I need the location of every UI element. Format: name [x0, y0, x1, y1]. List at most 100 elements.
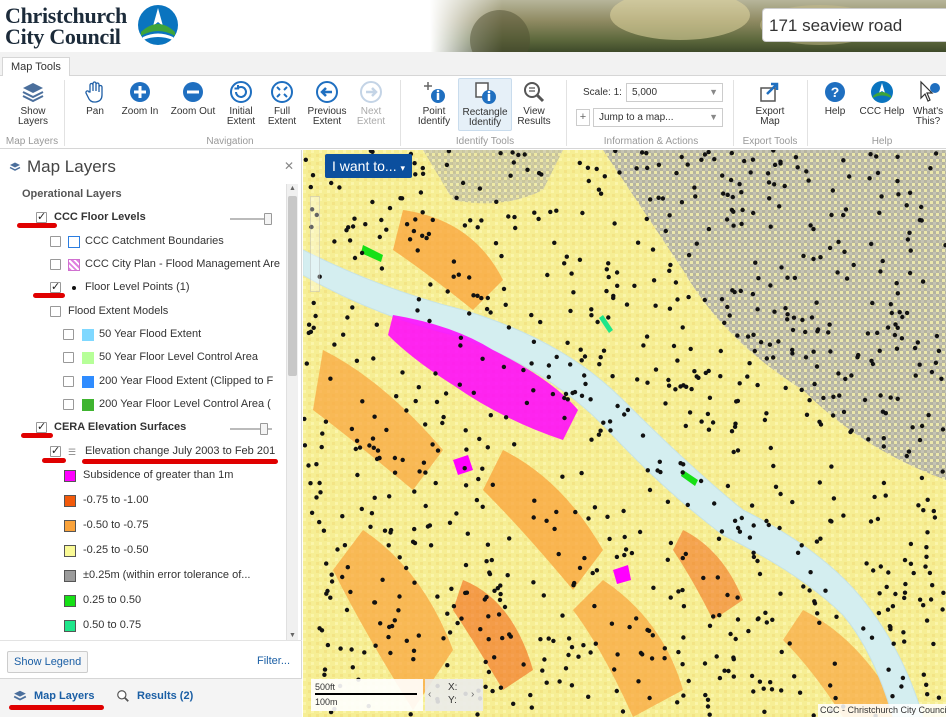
layer-flood-extent-models[interactable]: Flood Extent Models — [0, 303, 285, 323]
chevron-left-icon[interactable]: ‹ — [428, 689, 431, 700]
floor-level-point[interactable] — [686, 294, 691, 300]
floor-level-point[interactable] — [726, 668, 731, 674]
floor-level-point[interactable] — [318, 490, 323, 495]
floor-level-point[interactable] — [865, 331, 871, 336]
floor-level-point[interactable] — [779, 265, 784, 270]
floor-level-point[interactable] — [500, 635, 505, 641]
floor-level-point[interactable] — [492, 655, 497, 660]
floor-level-point[interactable] — [596, 432, 602, 437]
floor-level-point[interactable] — [524, 400, 530, 406]
floor-level-point[interactable] — [445, 663, 450, 668]
floor-level-point[interactable] — [465, 531, 470, 536]
floor-level-point[interactable] — [827, 245, 833, 251]
floor-level-point[interactable] — [637, 529, 643, 535]
floor-level-point[interactable] — [501, 364, 507, 370]
floor-level-point[interactable] — [706, 150, 711, 155]
floor-level-point[interactable] — [746, 628, 751, 634]
floor-level-point[interactable] — [389, 623, 395, 629]
floor-level-point[interactable] — [377, 234, 382, 240]
floor-level-point[interactable] — [906, 449, 912, 454]
floor-level-point[interactable] — [475, 225, 480, 230]
floor-level-point[interactable] — [872, 494, 877, 500]
floor-level-point[interactable] — [694, 241, 699, 246]
floor-level-point[interactable] — [615, 283, 620, 288]
floor-level-point[interactable] — [413, 172, 418, 177]
floor-level-point[interactable] — [939, 376, 944, 381]
floor-level-point[interactable] — [609, 621, 615, 626]
floor-level-point[interactable] — [321, 528, 327, 533]
floor-level-point[interactable] — [639, 150, 645, 155]
floor-level-point[interactable] — [868, 152, 873, 157]
map-view[interactable]: I want to... ▾ 500ft 100m ‹ X: Y: › CCC … — [303, 150, 946, 717]
floor-level-point[interactable] — [614, 270, 620, 275]
floor-level-point[interactable] — [611, 295, 616, 301]
floor-level-point[interactable] — [895, 178, 900, 184]
floor-level-point[interactable] — [540, 668, 545, 673]
floor-level-point[interactable] — [936, 348, 942, 354]
layer-floor200[interactable]: 200 Year Floor Level Control Area ( — [0, 396, 285, 416]
floor-level-point[interactable] — [783, 306, 788, 311]
floor-level-point[interactable] — [835, 270, 840, 275]
floor-level-point[interactable] — [588, 650, 593, 655]
floor-level-point[interactable] — [412, 489, 417, 494]
floor-level-point[interactable] — [818, 536, 823, 541]
floor-level-point[interactable] — [525, 167, 530, 172]
floor-level-point[interactable] — [344, 228, 349, 233]
floor-level-point[interactable] — [497, 597, 503, 603]
floor-level-point[interactable] — [904, 310, 910, 316]
floor-level-point[interactable] — [415, 308, 420, 313]
floor-level-point[interactable] — [921, 508, 926, 513]
floor-level-point[interactable] — [475, 293, 480, 298]
floor-level-point[interactable] — [685, 502, 690, 508]
floor-level-point[interactable] — [681, 693, 686, 698]
floor-level-point[interactable] — [370, 436, 376, 441]
floor-level-point[interactable] — [841, 158, 846, 163]
floor-level-point[interactable] — [344, 607, 350, 613]
floor-level-point[interactable] — [573, 509, 578, 515]
floor-level-point[interactable] — [662, 646, 667, 651]
floor-level-point[interactable] — [899, 336, 905, 341]
floor-level-point[interactable] — [380, 577, 385, 582]
floor-level-point[interactable] — [441, 636, 446, 641]
floor-level-point[interactable] — [766, 522, 771, 528]
floor-level-point[interactable] — [560, 474, 565, 479]
show-legend-button[interactable]: Show Legend — [7, 651, 89, 673]
floor-level-point[interactable] — [747, 535, 753, 540]
floor-level-point[interactable] — [435, 594, 440, 599]
floor-level-point[interactable] — [445, 611, 450, 616]
floor-level-point[interactable] — [400, 457, 405, 463]
next-extent-button[interactable]: Next Extent — [352, 80, 390, 127]
floor-level-point[interactable] — [348, 589, 353, 595]
opacity-slider[interactable] — [230, 213, 272, 225]
export-map-button[interactable]: Export Map — [748, 80, 792, 127]
floor-level-point[interactable] — [568, 308, 573, 314]
floor-level-point[interactable] — [598, 355, 603, 360]
floor-level-point[interactable] — [707, 712, 712, 717]
floor-level-point[interactable] — [308, 481, 313, 486]
floor-level-point[interactable] — [902, 595, 907, 601]
floor-level-point[interactable] — [640, 652, 645, 657]
floor-level-point[interactable] — [614, 688, 619, 694]
floor-level-point[interactable] — [864, 561, 869, 566]
floor-level-point[interactable] — [594, 166, 599, 172]
floor-level-point[interactable] — [454, 511, 459, 516]
floor-level-point[interactable] — [546, 636, 551, 641]
floor-level-point[interactable] — [345, 315, 350, 320]
floor-level-point[interactable] — [779, 649, 784, 655]
floor-level-point[interactable] — [329, 180, 334, 186]
floor-level-point[interactable] — [705, 697, 711, 702]
floor-level-point[interactable] — [647, 487, 653, 493]
floor-level-point[interactable] — [598, 428, 603, 433]
floor-level-point[interactable] — [486, 669, 492, 675]
floor-level-point[interactable] — [699, 157, 704, 162]
floor-level-point[interactable] — [427, 523, 433, 528]
floor-level-point[interactable] — [604, 288, 609, 294]
floor-level-point[interactable] — [404, 408, 409, 413]
floor-level-point[interactable] — [687, 410, 693, 415]
floor-level-point[interactable] — [471, 390, 476, 395]
scroll-thumb[interactable] — [288, 196, 297, 376]
floor-level-point[interactable] — [676, 589, 681, 594]
floor-level-point[interactable] — [583, 381, 588, 387]
floor-level-point[interactable] — [367, 443, 372, 448]
floor-level-point[interactable] — [350, 665, 355, 670]
